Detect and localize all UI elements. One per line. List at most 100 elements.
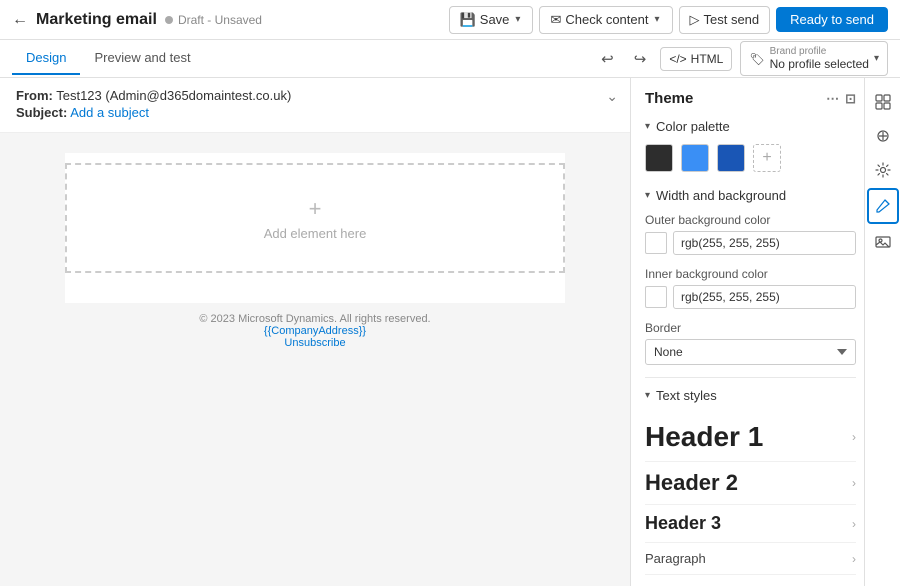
- header1-item[interactable]: Header 1 ›: [645, 413, 856, 462]
- page-title: Marketing email: [36, 11, 157, 29]
- width-bg-label: Width and background: [656, 188, 786, 203]
- main-content: From: Test123 (Admin@d365domaintest.co.u…: [0, 78, 900, 586]
- outer-bg-label: Outer background color: [645, 213, 856, 227]
- tab-preview[interactable]: Preview and test: [80, 42, 204, 75]
- theme-panel: Theme ⋯ ⊡ ▾ Color palette + ▾ Width a: [631, 78, 900, 586]
- html-label: HTML: [691, 52, 724, 66]
- draft-badge: Draft - Unsaved: [165, 13, 262, 27]
- color-swatches-row: +: [645, 144, 856, 172]
- brand-profile-selector[interactable]: 🏷 Brand profile No profile selected ▾: [740, 41, 888, 76]
- email-footer: © 2023 Microsoft Dynamics. All rights re…: [199, 313, 430, 349]
- border-group: Border None Solid Dashed Dotted: [645, 321, 856, 365]
- side-icon-settings[interactable]: [867, 154, 899, 186]
- brand-label: Brand profile: [770, 46, 869, 57]
- save-button[interactable]: 💾 Save ▾: [449, 6, 534, 34]
- company-var: {{CompanyAddress}}: [264, 325, 366, 337]
- brand-sub: No profile selected: [770, 57, 869, 71]
- top-bar: ← Marketing email Draft - Unsaved 💾 Save…: [0, 0, 900, 40]
- test-icon: ▷: [690, 12, 700, 28]
- maximize-icon[interactable]: ⊡: [845, 91, 856, 107]
- text-styles-header[interactable]: ▾ Text styles: [645, 388, 856, 403]
- from-label: From:: [16, 88, 53, 103]
- outer-bg-preview[interactable]: [645, 232, 667, 254]
- text-chevron-icon: ▾: [645, 390, 650, 401]
- inner-bg-group: Inner background color: [645, 267, 856, 309]
- inner-bg-preview[interactable]: [645, 286, 667, 308]
- left-panel: From: Test123 (Admin@d365domaintest.co.u…: [0, 78, 630, 586]
- add-element-label: Add element here: [264, 226, 367, 241]
- add-color-button[interactable]: +: [753, 144, 781, 172]
- side-icon-layout[interactable]: [867, 86, 899, 118]
- unsubscribe-link[interactable]: Unsubscribe: [284, 337, 345, 349]
- panel-title-row: Theme ⋯ ⊡: [645, 90, 856, 107]
- save-label: Save: [480, 12, 510, 27]
- email-meta: From: Test123 (Admin@d365domaintest.co.u…: [0, 78, 630, 133]
- check-label: Check content: [565, 12, 648, 27]
- from-line: From: Test123 (Admin@d365domaintest.co.u…: [16, 88, 614, 103]
- check-content-button[interactable]: ✉ Check content ▾: [539, 6, 672, 34]
- top-bar-right: 💾 Save ▾ ✉ Check content ▾ ▷ Test send R…: [449, 6, 888, 34]
- save-icon: 💾: [460, 12, 476, 28]
- paragraph-label: Paragraph: [645, 551, 706, 566]
- text-styles-section: Header 1 › Header 2 › Header 3 › Paragra…: [645, 413, 856, 575]
- header1-label: Header 1: [645, 421, 763, 453]
- back-button[interactable]: ←: [12, 11, 28, 29]
- redo-button[interactable]: ↪: [628, 46, 653, 72]
- more-options-icon[interactable]: ⋯: [826, 91, 839, 107]
- color-chevron-icon: ▾: [645, 121, 650, 132]
- tab-design[interactable]: Design: [12, 42, 80, 75]
- draft-label: Draft - Unsaved: [178, 13, 262, 27]
- brand-chevron-icon: ▾: [874, 53, 879, 64]
- color-palette-label: Color palette: [656, 119, 730, 134]
- add-icon: +: [309, 196, 322, 222]
- html-icon: </>: [669, 52, 686, 66]
- side-icon-elements[interactable]: [867, 120, 899, 152]
- email-canvas: + Add element here: [65, 153, 565, 303]
- outer-bg-input[interactable]: [673, 231, 856, 255]
- inner-bg-input[interactable]: [673, 285, 856, 309]
- ready-send-button[interactable]: Ready to send: [776, 7, 888, 32]
- subject-input[interactable]: Add a subject: [70, 105, 149, 120]
- header3-label: Header 3: [645, 513, 721, 534]
- second-bar: Design Preview and test ↩ ↪ </> HTML 🏷 B…: [0, 40, 900, 78]
- toolbar-right: ↩ ↪ </> HTML 🏷 Brand profile No profile …: [595, 41, 888, 76]
- header2-item[interactable]: Header 2 ›: [645, 462, 856, 505]
- save-chevron-icon[interactable]: ▾: [513, 14, 522, 25]
- side-icon-images[interactable]: [867, 226, 899, 258]
- test-send-button[interactable]: ▷ Test send: [679, 6, 771, 34]
- outer-bg-group: Outer background color: [645, 213, 856, 255]
- side-icon-theme[interactable]: [867, 188, 899, 224]
- meta-collapse-button[interactable]: ⌄: [606, 88, 618, 105]
- html-button[interactable]: </> HTML: [660, 47, 732, 71]
- from-value: Test123 (Admin@d365domaintest.co.uk): [56, 88, 291, 103]
- brand-icon: 🏷: [749, 52, 764, 66]
- undo-button[interactable]: ↩: [595, 46, 620, 72]
- color-swatch-0[interactable]: [645, 144, 673, 172]
- header2-label: Header 2: [645, 470, 738, 496]
- side-icon-strip: [864, 78, 900, 586]
- divider: [645, 377, 856, 378]
- color-swatch-2[interactable]: [717, 144, 745, 172]
- check-chevron-icon[interactable]: ▾: [652, 14, 661, 25]
- subject-line: Subject: Add a subject: [16, 105, 614, 120]
- border-select[interactable]: None Solid Dashed Dotted: [645, 339, 856, 365]
- width-chevron-icon: ▾: [645, 190, 650, 201]
- color-swatch-1[interactable]: [681, 144, 709, 172]
- top-bar-left: ← Marketing email Draft - Unsaved: [12, 11, 439, 29]
- header3-item[interactable]: Header 3 ›: [645, 505, 856, 543]
- copyright-text: © 2023 Microsoft Dynamics. All rights re…: [199, 313, 430, 325]
- border-label: Border: [645, 321, 856, 335]
- header2-chevron-icon: ›: [852, 476, 856, 490]
- color-palette-header[interactable]: ▾ Color palette: [645, 119, 856, 134]
- theme-title: Theme: [645, 90, 693, 107]
- header1-chevron-icon: ›: [852, 430, 856, 444]
- inner-bg-label: Inner background color: [645, 267, 856, 281]
- right-panel: Theme ⋯ ⊡ ▾ Color palette + ▾ Width a: [630, 78, 900, 586]
- add-element-box[interactable]: + Add element here: [65, 163, 565, 273]
- paragraph-item[interactable]: Paragraph ›: [645, 543, 856, 575]
- header3-chevron-icon: ›: [852, 517, 856, 531]
- test-label: Test send: [704, 12, 760, 27]
- tabs: Design Preview and test: [12, 42, 205, 75]
- check-icon: ✉: [550, 12, 561, 28]
- width-bg-header[interactable]: ▾ Width and background: [645, 188, 856, 203]
